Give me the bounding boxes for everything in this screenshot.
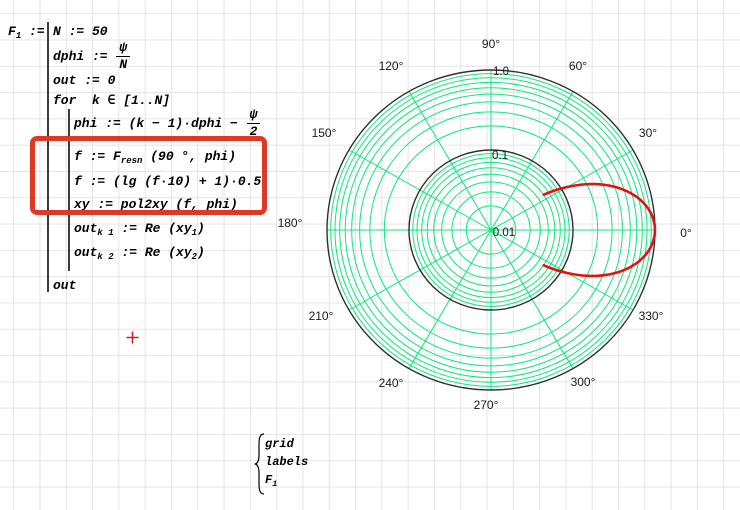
program-line-5[interactable]: phi := (k − 1)·dphi − ψ2 xyxy=(74,108,261,138)
insertion-cursor-cross xyxy=(126,331,139,344)
math-text: N := 50 xyxy=(53,25,108,38)
math-text: := xyxy=(21,25,52,38)
polar-angle-label: 120° xyxy=(379,59,404,73)
program-line-2[interactable]: dphi := ψN xyxy=(53,41,131,71)
math-text: for k ∈ [1..N] xyxy=(53,94,170,107)
worksheet-page: { "program": { "label_tokens": [ {"t":"t… xyxy=(0,0,740,510)
program-line-4[interactable]: for k ∈ [1..N] xyxy=(53,91,170,109)
math-text: out := 0 xyxy=(53,74,115,87)
subscript: 1 xyxy=(16,32,21,41)
polar-angle-label: 180° xyxy=(278,216,303,230)
math-text: labels xyxy=(265,456,308,468)
subscript: 1 xyxy=(192,229,197,238)
fraction: ψN xyxy=(116,41,130,71)
polar-angle-label: 330° xyxy=(639,309,664,323)
polar-angle-label: 90° xyxy=(482,37,500,51)
subscript: k 2 xyxy=(97,253,113,262)
program-line-3[interactable]: out := 0 xyxy=(53,71,115,89)
polar-angle-label: 300° xyxy=(571,375,596,389)
program-name-label[interactable]: F1 := xyxy=(8,22,52,40)
polar-angle-label: 30° xyxy=(639,126,657,140)
legend-row-3: F1 xyxy=(265,472,277,488)
math-text: out xyxy=(74,246,97,259)
subscript: 2 xyxy=(192,253,197,262)
legend-row-1: grid xyxy=(265,436,294,452)
math-text: out xyxy=(53,279,76,292)
fraction-numerator: ψ xyxy=(116,41,130,57)
program-line-10[interactable]: outk 2 := Re (xy2) xyxy=(74,243,205,261)
math-text: F xyxy=(8,25,16,38)
math-text: ) xyxy=(197,222,205,235)
math-text: ) xyxy=(197,246,205,259)
subscript: 1 xyxy=(272,480,277,489)
subscript: k 1 xyxy=(97,229,113,238)
polar-radial-label: 0.1 xyxy=(492,150,508,162)
polar-angle-label: 240° xyxy=(379,376,404,390)
program-line-9[interactable]: outk 1 := Re (xy1) xyxy=(74,219,205,237)
program-line-11[interactable]: out xyxy=(53,276,76,294)
polar-angle-label: 60° xyxy=(569,59,587,73)
annotation-highlight-box xyxy=(30,136,267,215)
program-line-1[interactable]: N := 50 xyxy=(53,22,108,40)
fraction-denominator: N xyxy=(119,57,127,72)
plot-legend[interactable]: grid labels F1 xyxy=(248,430,368,500)
fraction-numerator: ψ xyxy=(247,108,261,124)
polar-angle-label: 0° xyxy=(680,226,692,240)
math-text: phi := (k − 1)·dphi − xyxy=(74,117,246,130)
polar-angle-label: 210° xyxy=(309,309,334,323)
polar-plot-region[interactable]: 0° 30° 60° 90° 120° 150° 180° 210° 240° 270° 300° 3… xyxy=(270,10,732,442)
polar-radial-label: 0.01 xyxy=(493,227,515,239)
math-text: F xyxy=(265,474,272,486)
legend-row-2: labels xyxy=(265,454,308,470)
math-text: out xyxy=(74,222,97,235)
polar-angle-label: 150° xyxy=(312,126,337,140)
math-text: := Re (xy xyxy=(114,222,192,235)
math-text: := Re (xy xyxy=(114,246,192,259)
polar-radial-label: 1.0 xyxy=(493,66,509,78)
math-text: dphi := xyxy=(53,50,115,63)
math-text: grid xyxy=(265,438,294,450)
fraction: ψ2 xyxy=(247,108,261,138)
polar-angle-label: 270° xyxy=(474,398,499,412)
